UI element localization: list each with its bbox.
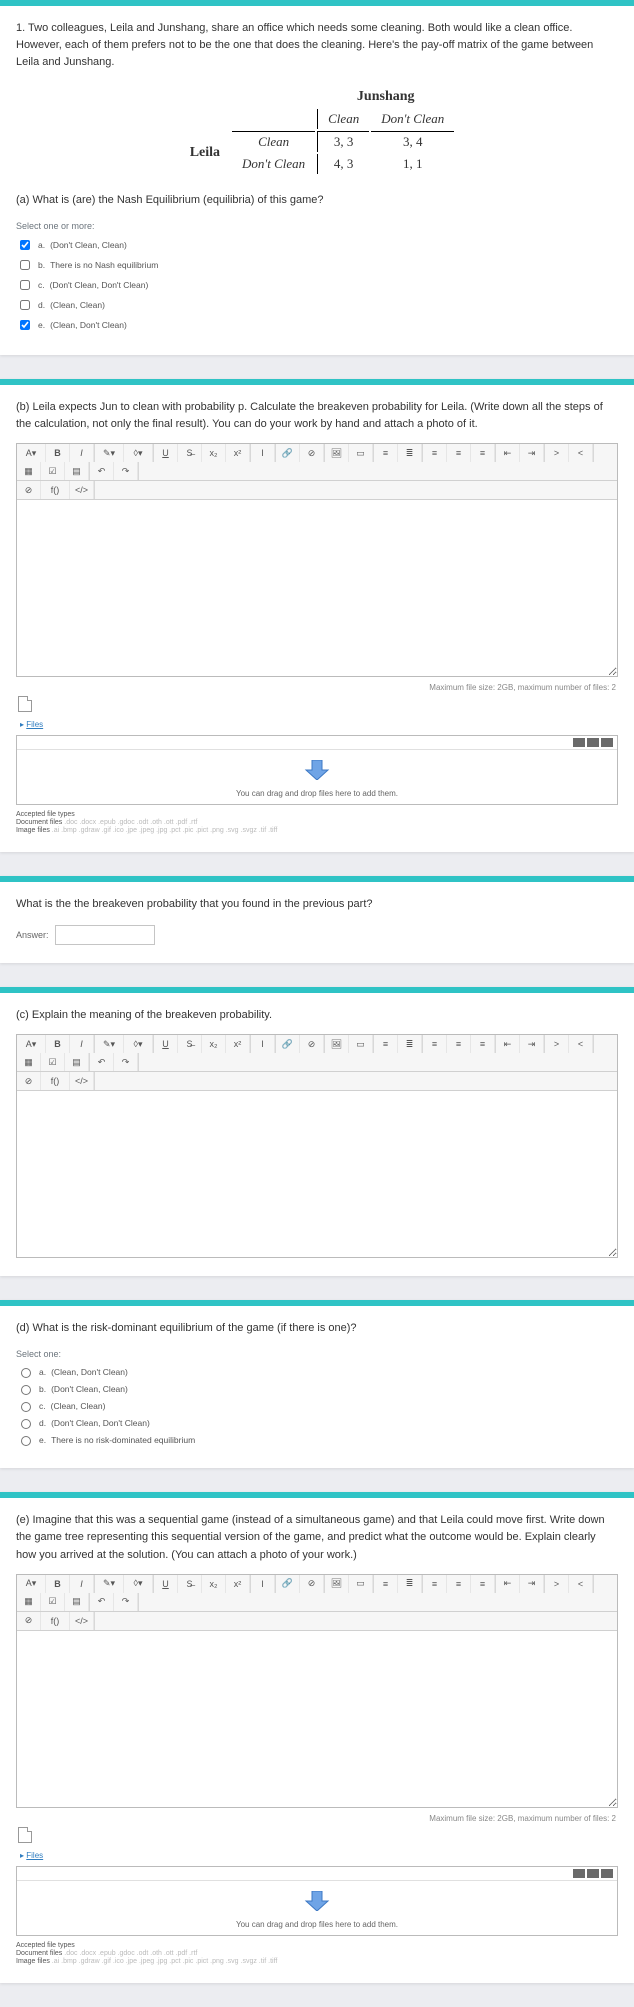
brush-button: ✎▾ [95,444,124,462]
undo-button: ↶ [90,462,114,480]
indent-button: ⇥ [520,444,544,462]
radio-a[interactable] [21,1368,31,1378]
ul-button: ≡ [374,444,398,462]
option-b: b.There is no Nash equilibrium [16,257,618,273]
equation-button: f() [41,481,70,499]
option-e: e.There is no risk-dominated equilibrium [16,1433,618,1446]
redo-button: ↷ [114,462,138,480]
clear-button: ☑ [41,462,65,480]
align-left-button: ≡ [423,444,447,462]
option-d: d.(Don't Clean, Don't Clean) [16,1416,618,1429]
media-button: ▭ [349,444,373,462]
payoff-matrix: Junshang CleanDon't Clean Leila Clean 3,… [16,85,618,176]
editor-body[interactable] [17,500,617,676]
rich-text-editor: A▾BI ✎▾◊▾ US̶x₂x² I 🔗⊘ 🖼▭ ≡≣ ≡≡≡ ⇤⇥ >< ▦… [16,1034,618,1258]
sup-button: x² [226,444,250,462]
option-a: a.(Clean, Don't Clean) [16,1365,618,1378]
upload-arrow-icon [304,1891,330,1911]
bold-button: B [46,444,70,462]
question-text: (c) Explain the meaning of the breakeven… [16,1007,618,1024]
option-a: a.(Don't Clean, Clean) [16,237,618,253]
file-drop-zone[interactable]: You can drag and drop files here to add … [16,735,618,805]
strike-button: S̶ [178,444,202,462]
ltr-button: > [545,444,569,462]
radio-e[interactable] [21,1436,31,1446]
option-b: b.(Don't Clean, Clean) [16,1382,618,1395]
sub-button: x₂ [202,444,226,462]
italic-button: I [70,444,94,462]
checkbox-e[interactable] [20,320,30,330]
table-button: ▦ [17,462,41,480]
option-d: d.(Clean, Clean) [16,297,618,313]
html-button: </> [70,481,94,499]
rich-text-editor: A▾BI ✎▾◊▾ US̶x₂x² I 🔗⊘ 🖼▭ ≡≣ ≡≡≡ ⇤⇥ >< ▦… [16,443,618,677]
radio-d[interactable] [21,1419,31,1429]
ol-button: ≣ [398,444,422,462]
underline-button: U [154,444,178,462]
highlight-button: ◊▾ [124,444,153,462]
editor-body[interactable] [17,1631,617,1807]
checkbox-b[interactable] [20,260,30,270]
editor-toolbar[interactable]: A▾BI ✎▾◊▾ US̶x₂x² I 🔗⊘ 🖼▭ ≡≣ ≡≡≡ ⇤⇥ >< ▦… [17,1035,617,1072]
upload-arrow-icon [304,760,330,780]
files-link[interactable]: Files [26,1851,43,1860]
files-link[interactable]: Files [26,720,43,729]
document-icon [18,1827,32,1843]
view-list-icon [587,738,599,747]
question-text: (b) Leila expects Jun to clean with prob… [16,399,618,433]
question-text: (d) What is the risk-dominant equilibriu… [16,1320,618,1337]
rich-text-editor: A▾BI ✎▾◊▾ US̶x₂x² I 🔗⊘ 🖼▭ ≡≣ ≡≡≡ ⇤⇥ >< ▦… [16,1574,618,1808]
sub-question-a: (a) What is (are) the Nash Equilibrium (… [16,192,618,209]
radio-b[interactable] [21,1385,31,1395]
align-right-button: ≡ [471,444,495,462]
link-button: 🔗 [276,444,300,462]
hr-button: ▤ [65,462,89,480]
option-c: c.(Don't Clean, Don't Clean) [16,277,618,293]
accessibility-button: ⊘ [17,481,41,499]
option-c: c.(Clean, Clean) [16,1399,618,1412]
radio-c[interactable] [21,1402,31,1412]
file-drop-zone[interactable]: You can drag and drop files here to add … [16,1866,618,1936]
checkbox-a[interactable] [20,240,30,250]
view-grid-icon [573,738,585,747]
checkbox-c[interactable] [20,280,30,290]
answer-input[interactable] [55,925,155,945]
outdent-button: ⇤ [496,444,520,462]
image-button: 🖼 [325,444,349,462]
editor-body[interactable] [17,1091,617,1257]
checkbox-d[interactable] [20,300,30,310]
document-icon [18,696,32,712]
align-center-button: ≡ [447,444,471,462]
font-style-button: A▾ [17,444,46,462]
option-e: e.(Clean, Don't Clean) [16,317,618,333]
editor-toolbar[interactable]: A▾BI ✎▾◊▾ US̶x₂x² I 🔗⊘ 🖼▭ ≡≣ ≡≡≡ ⇤⇥ >< ▦… [17,444,617,481]
unlink-button: ⊘ [300,444,324,462]
question-text: What is the the breakeven probability th… [16,896,618,913]
rtl-button: < [569,444,593,462]
view-tree-icon [601,738,613,747]
question-text: 1. Two colleagues, Leila and Junshang, s… [16,20,618,71]
question-text: (e) Imagine that this was a sequential g… [16,1512,618,1563]
info-button: I [251,444,275,462]
editor-toolbar[interactable]: A▾BI ✎▾◊▾ US̶x₂x² I 🔗⊘ 🖼▭ ≡≣ ≡≡≡ ⇤⇥ >< ▦… [17,1575,617,1612]
